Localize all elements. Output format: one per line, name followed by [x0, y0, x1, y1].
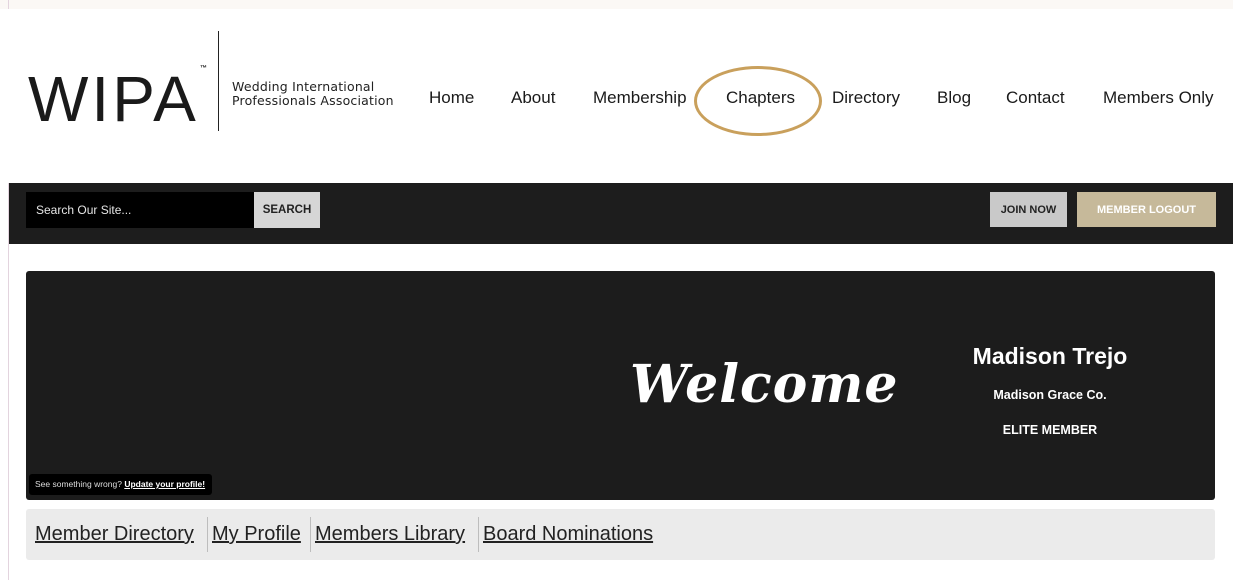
member-level-badge: ELITE MEMBER: [1002, 423, 1098, 437]
tagline-line-2: Professionals Association: [232, 93, 394, 108]
nav-membership[interactable]: Membership: [593, 86, 687, 110]
nav-members-only[interactable]: Members Only: [1103, 86, 1214, 110]
member-nav-separator: [310, 517, 311, 552]
site-header: WIPA ™ Wedding International Professiona…: [0, 9, 1233, 183]
join-now-button[interactable]: JOIN NOW: [990, 192, 1067, 227]
nav-contact[interactable]: Contact: [1006, 86, 1065, 110]
welcome-heading: Welcome: [630, 354, 899, 415]
member-nav-separator: [478, 517, 479, 552]
logo-wordmark: WIPA: [28, 63, 199, 135]
logo-divider: [218, 31, 219, 131]
member-nav-member-directory[interactable]: Member Directory: [35, 523, 194, 545]
member-nav-separator: [207, 517, 208, 552]
member-company: Madison Grace Co.: [993, 388, 1107, 402]
member-name: Madison Trejo: [972, 343, 1128, 369]
search-toolbar: SEARCH JOIN NOW MEMBER LOGOUT: [9, 183, 1233, 244]
nav-blog[interactable]: Blog: [937, 86, 971, 110]
notice-text: See something wrong?: [35, 479, 125, 489]
nav-chapters[interactable]: Chapters: [726, 86, 795, 110]
logo-tagline: Wedding International Professionals Asso…: [232, 80, 422, 108]
member-nav-bar: Member Directory My Profile Members Libr…: [26, 509, 1215, 560]
trademark-symbol: ™: [200, 65, 207, 72]
update-profile-link[interactable]: Update your profile!: [124, 479, 205, 489]
welcome-banner: Welcome Madison Trejo Madison Grace Co. …: [26, 271, 1215, 500]
member-nav-members-library[interactable]: Members Library: [315, 523, 465, 545]
member-nav-board-nominations[interactable]: Board Nominations: [483, 523, 653, 545]
nav-about[interactable]: About: [511, 86, 555, 110]
search-button[interactable]: SEARCH: [254, 192, 320, 228]
top-strip: [0, 0, 1233, 9]
search-input[interactable]: [26, 192, 254, 228]
profile-notice: See something wrong? Update your profile…: [29, 474, 213, 495]
nav-directory[interactable]: Directory: [832, 86, 900, 110]
nav-home[interactable]: Home: [429, 86, 474, 110]
member-nav-my-profile[interactable]: My Profile: [212, 523, 301, 545]
tagline-line-1: Wedding International: [232, 79, 375, 94]
member-logout-button[interactable]: MEMBER LOGOUT: [1077, 192, 1216, 227]
